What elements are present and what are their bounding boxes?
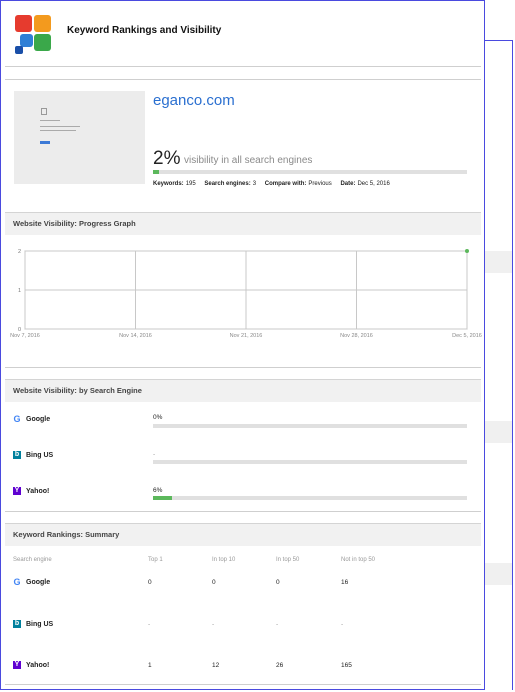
progress-graph-header: Website Visibility: Progress Graph <box>5 212 481 235</box>
thumbnail-text-line <box>40 130 76 131</box>
thumbnail-text-line <box>40 126 80 127</box>
site-thumbnail <box>14 91 145 184</box>
bing-icon: b <box>13 620 21 628</box>
site-domain-link[interactable]: eganco.com <box>153 92 235 109</box>
table-cell: 1 <box>148 662 152 669</box>
divider <box>5 367 481 368</box>
date-label: Date: <box>340 181 356 187</box>
table-cell: 0 <box>212 579 216 586</box>
engines-value: 3 <box>252 181 257 187</box>
report-meta: Keywords: 195 Search engines: 3 Compare wi… <box>153 181 390 187</box>
keywords-value: 195 <box>185 181 196 187</box>
yahoo-icon: Y <box>13 487 21 495</box>
engine-bar-google <box>153 424 467 428</box>
table-cell: - <box>212 621 215 628</box>
engine-value: 6% <box>153 487 163 494</box>
summary-section-header: Keyword Rankings: Summary <box>5 523 481 546</box>
report-title: Keyword Rankings and Visibility <box>67 25 222 36</box>
y-tick-label: 2 <box>18 249 21 255</box>
overall-visibility-fill <box>153 170 160 174</box>
engine-name: Bing US <box>26 451 54 459</box>
table-cell: 12 <box>212 662 220 669</box>
yahoo-icon: Y <box>13 661 21 669</box>
summary-row-google: G Google <box>13 577 51 587</box>
page-icon <box>41 108 47 115</box>
report-header: Keyword Rankings and Visibility <box>1 1 484 63</box>
engine-bar-bing <box>153 460 467 464</box>
engine-row-bing: b Bing US <box>13 451 53 459</box>
x-tick-label: Nov 7, 2016 <box>10 333 40 339</box>
table-cell: 0 <box>148 579 152 586</box>
column-header: Not in top 50 <box>341 557 376 563</box>
report-page: Keyword Rankings and Visibility eganco.c… <box>0 0 485 690</box>
summary-row-yahoo: Y Yahoo! <box>13 661 49 669</box>
engine-name: Yahoo! <box>26 487 50 495</box>
engine-name: Yahoo! <box>26 661 50 669</box>
compare-label: Compare with: <box>264 181 307 187</box>
column-header: Search engine <box>13 557 52 563</box>
date-value: Dec 5, 2016 <box>357 181 390 187</box>
table-cell: 165 <box>341 662 352 669</box>
y-tick-label: 1 <box>18 288 21 294</box>
engine-value: - <box>153 451 156 458</box>
engines-section-header: Website Visibility: by Search Engine <box>5 379 481 402</box>
thumbnail-text-line <box>40 120 60 121</box>
divider <box>5 66 481 67</box>
x-tick-label: Nov 21, 2016 <box>230 333 263 339</box>
x-tick-label: Dec 5, 2016 <box>452 333 482 339</box>
engine-bar-fill <box>153 496 172 500</box>
bing-icon: b <box>13 451 21 459</box>
x-tick-label: Nov 14, 2016 <box>119 333 152 339</box>
summary-section-title: Keyword Rankings: Summary <box>13 530 120 539</box>
google-icon: G <box>13 414 21 424</box>
engine-name: Bing US <box>26 620 54 628</box>
google-icon: G <box>13 577 21 587</box>
engines-section-title: Website Visibility: by Search Engine <box>13 386 142 395</box>
engine-row-google: G Google <box>13 414 51 424</box>
table-cell: - <box>341 621 344 628</box>
compare-value: Previous <box>308 181 332 187</box>
engine-name: Google <box>26 578 51 586</box>
keywords-label: Keywords: <box>153 181 184 187</box>
table-cell: 26 <box>276 662 284 669</box>
summary-row-bing: b Bing US <box>13 620 53 628</box>
visibility-label: visibility in all search engines <box>184 155 313 166</box>
divider <box>5 684 481 685</box>
column-header: In top 50 <box>276 557 300 563</box>
table-cell: - <box>148 621 151 628</box>
app-logo-icon <box>15 15 55 55</box>
divider <box>5 511 481 512</box>
column-header: Top 1 <box>148 557 163 563</box>
progress-chart: 012Nov 7, 2016 Nov 14, 2016 Nov 21, 2016 No… <box>10 249 482 339</box>
engine-value: 0% <box>153 414 163 421</box>
engine-bar-yahoo <box>153 496 467 500</box>
engine-name: Google <box>26 415 51 423</box>
x-tick-label: Nov 28, 2016 <box>340 333 373 339</box>
overall-visibility-bar <box>153 170 467 174</box>
table-cell: 16 <box>341 579 349 586</box>
table-cell: - <box>276 621 279 628</box>
visibility-percent: 2% <box>153 148 181 169</box>
column-header: In top 10 <box>212 557 236 563</box>
engine-row-yahoo: Y Yahoo! <box>13 487 49 495</box>
thumbnail-button <box>40 141 50 144</box>
divider <box>5 79 481 80</box>
table-cell: 0 <box>276 579 280 586</box>
engines-label: Search engines: <box>204 181 251 187</box>
progress-graph-title: Website Visibility: Progress Graph <box>13 219 136 228</box>
data-point <box>465 249 469 253</box>
